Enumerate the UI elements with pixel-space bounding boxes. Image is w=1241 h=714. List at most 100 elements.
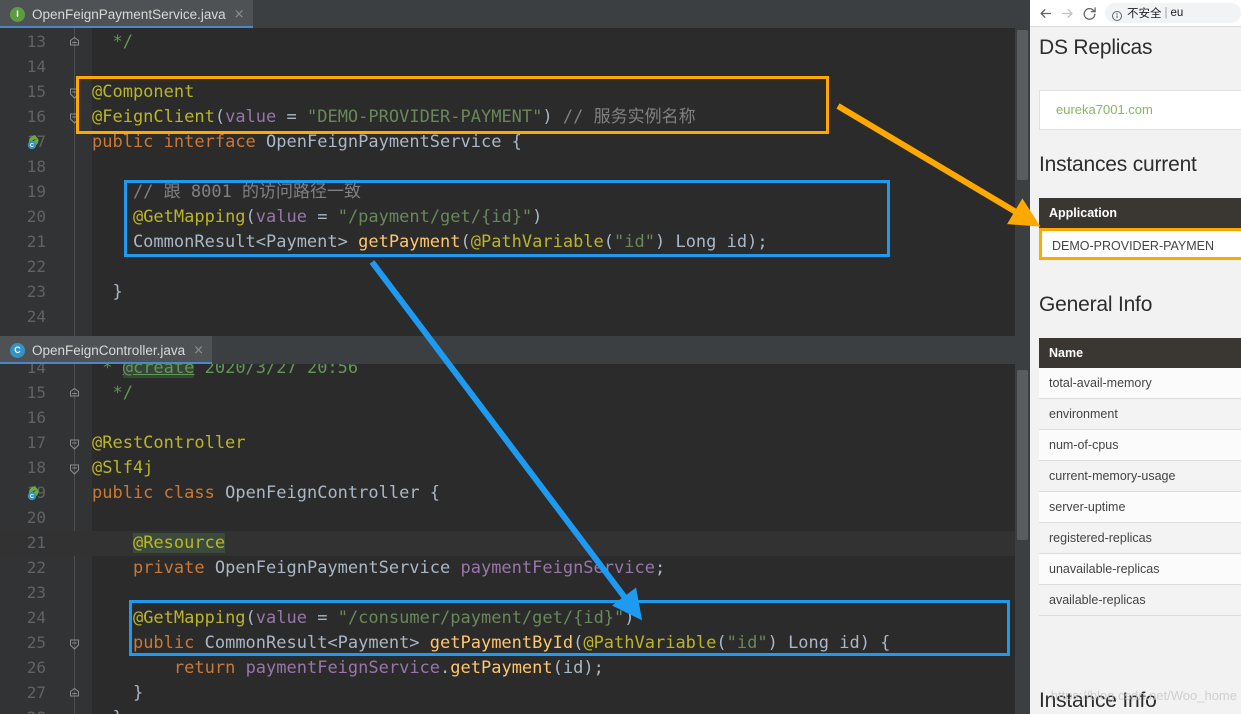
code-line: @GetMapping(value = "/consumer/payment/g… bbox=[92, 606, 1030, 631]
instances-table-header: Application bbox=[1039, 198, 1241, 228]
tab-label: OpenFeignController.java bbox=[32, 342, 186, 358]
tab-openfeignpaymentservice[interactable]: I OpenFeignPaymentService.java × bbox=[0, 0, 253, 28]
code-token: 2020/3/27 20:56 bbox=[194, 364, 359, 378]
ds-replica-link[interactable]: eureka7001.com bbox=[1040, 91, 1241, 117]
spring-bean-icon[interactable]: C bbox=[26, 134, 43, 151]
code-token: ( bbox=[603, 232, 615, 252]
code-line: public interface OpenFeignPaymentService… bbox=[92, 130, 1030, 155]
code-token: } bbox=[92, 683, 144, 703]
spring-bean-icon[interactable]: C bbox=[26, 485, 43, 502]
line-number: 21 bbox=[26, 232, 46, 251]
code-token: ) Long id) { bbox=[767, 633, 891, 653]
general-info-row: server-uptime bbox=[1039, 492, 1241, 523]
code-token: getPaymentById bbox=[429, 633, 574, 653]
editor-scrollbar-thumb[interactable] bbox=[1017, 30, 1028, 180]
gutter-line: 22 bbox=[0, 255, 92, 280]
fold-collapse-icon[interactable] bbox=[68, 461, 81, 475]
line-number: 20 bbox=[26, 207, 46, 226]
gutter-line: 23 bbox=[0, 280, 92, 305]
fold-collapse-icon[interactable] bbox=[68, 110, 81, 124]
code-line: private OpenFeignPaymentService paymentF… bbox=[92, 556, 1030, 581]
editor-scrollbar-thumb-2[interactable] bbox=[1017, 370, 1028, 540]
code-token: "DEMO-PROVIDER-PAYMENT" bbox=[306, 107, 543, 127]
gutter-line: 24 bbox=[0, 305, 92, 330]
reload-icon[interactable] bbox=[1078, 2, 1100, 24]
code-token: value bbox=[225, 107, 277, 127]
watermark: https://blog.csdn.net/Woo_home bbox=[1050, 688, 1237, 703]
code-line: } bbox=[92, 681, 1030, 706]
close-icon[interactable]: × bbox=[234, 8, 245, 21]
gutter-line: 18 bbox=[0, 456, 92, 481]
line-number: 25 bbox=[26, 633, 46, 652]
code-token: @create bbox=[122, 364, 195, 378]
general-info-table-header: Name bbox=[1039, 338, 1241, 368]
line-number: 22 bbox=[26, 257, 46, 276]
fold-collapse-icon[interactable] bbox=[68, 436, 81, 450]
code-token: ( bbox=[460, 232, 471, 252]
line-number: 23 bbox=[26, 282, 46, 301]
fold-end-icon[interactable] bbox=[68, 34, 81, 47]
code-token: */ bbox=[112, 383, 133, 403]
forward-arrow-icon[interactable] bbox=[1056, 2, 1078, 24]
code-token: ; bbox=[654, 558, 666, 578]
instance-application-name: DEMO-PROVIDER-PAYMEN bbox=[1052, 239, 1215, 253]
line-number: 17 bbox=[26, 433, 46, 452]
code-editor-top[interactable]: */@Component @FeignClient(value = "DEMO-P… bbox=[0, 28, 1030, 336]
fold-end-icon[interactable] bbox=[68, 685, 81, 698]
line-number: 13 bbox=[26, 32, 46, 51]
code-token: @GetMapping bbox=[132, 207, 246, 227]
code-token: public bbox=[92, 483, 154, 503]
code-token: ) bbox=[532, 207, 543, 227]
code-token: @FeignClient bbox=[92, 107, 215, 127]
code-token: */ bbox=[112, 32, 133, 52]
code-editor-bottom[interactable]: * @create 2020/3/27 20:56 */ @RestControl… bbox=[0, 364, 1030, 714]
browser-window: 不安全 | eu DS Replicas eureka7001.com Inst… bbox=[1030, 0, 1241, 714]
gutter-line: 19 bbox=[0, 180, 92, 205]
code-token: * bbox=[92, 364, 123, 378]
general-info-row: total-avail-memory bbox=[1039, 368, 1241, 399]
browser-toolbar: 不安全 | eu bbox=[1030, 0, 1241, 27]
code-token: ) Long id); bbox=[654, 232, 768, 252]
code-area-top[interactable]: */@Component @FeignClient(value = "DEMO-P… bbox=[92, 28, 1030, 336]
address-bar[interactable]: 不安全 | eu bbox=[1105, 3, 1241, 23]
close-icon[interactable]: × bbox=[193, 344, 204, 357]
line-number: 20 bbox=[26, 508, 46, 527]
fold-end-icon[interactable] bbox=[68, 385, 81, 398]
tab-openfeigncontroller[interactable]: C OpenFeignController.java × bbox=[0, 336, 212, 364]
code-line: public CommonResult<Payment> getPaymentB… bbox=[92, 631, 1030, 656]
back-arrow-icon[interactable] bbox=[1034, 2, 1056, 24]
general-info-row: unavailable-replicas bbox=[1039, 554, 1241, 585]
fold-collapse-icon[interactable] bbox=[68, 636, 81, 650]
code-area-bottom[interactable]: * @create 2020/3/27 20:56 */ @RestControl… bbox=[92, 364, 1030, 714]
general-info-table: Name total-avail-memory environment num-of… bbox=[1039, 338, 1241, 616]
code-line: */ bbox=[92, 30, 1030, 55]
fold-collapse-icon[interactable] bbox=[68, 85, 81, 99]
url-text: eu bbox=[1170, 7, 1184, 19]
code-token: @Slf4j bbox=[92, 458, 154, 478]
code-token: private bbox=[132, 558, 205, 578]
line-number: 26 bbox=[26, 658, 46, 677]
gutter-line: 26 bbox=[0, 656, 92, 681]
code-token: ( bbox=[245, 608, 256, 628]
code-line: // 跟 8001 的访问路径一致 bbox=[92, 180, 1030, 205]
gutter-line: 20 bbox=[0, 205, 92, 230]
instances-table-row[interactable]: DEMO-PROVIDER-PAYMEN bbox=[1039, 228, 1241, 260]
gutter-line: 28 bbox=[0, 706, 92, 714]
heading-ds-replicas: DS Replicas bbox=[1039, 36, 1153, 59]
general-info-row: num-of-cpus bbox=[1039, 430, 1241, 461]
code-token: // 服务实例名称 bbox=[552, 107, 696, 127]
gutter-line: 27 bbox=[0, 681, 92, 706]
gutter-line: 17C bbox=[0, 130, 92, 155]
gutter-line: 13 bbox=[0, 30, 92, 55]
line-number: 24 bbox=[26, 307, 46, 326]
code-token: ( bbox=[245, 207, 256, 227]
code-token: = bbox=[306, 608, 338, 628]
code-line: @GetMapping(value = "/payment/get/{id}") bbox=[92, 205, 1030, 230]
gutter-line: 16 bbox=[0, 406, 92, 431]
